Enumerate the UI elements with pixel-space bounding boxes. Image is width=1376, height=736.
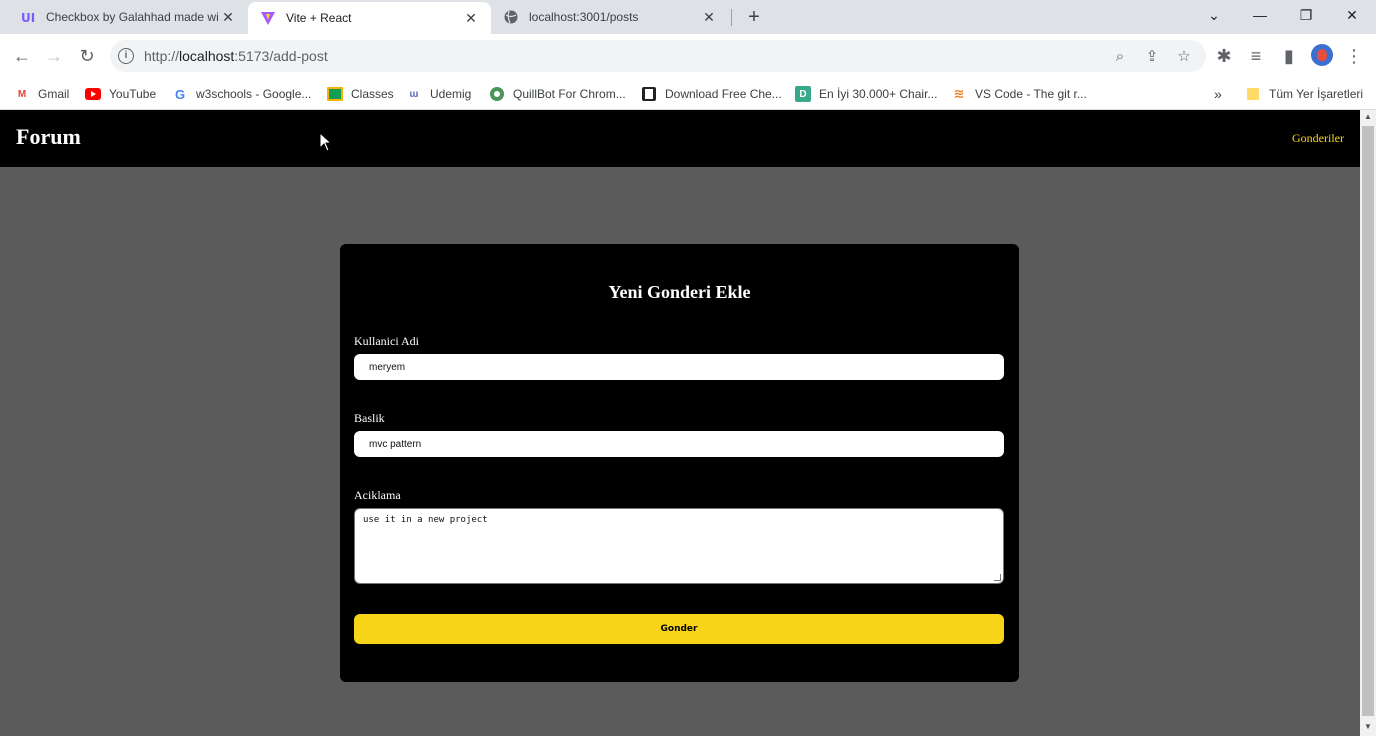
site-info-icon[interactable]: i bbox=[118, 48, 134, 64]
close-icon[interactable]: ✕ bbox=[220, 9, 236, 25]
scroll-down-icon[interactable]: ▼ bbox=[1363, 722, 1373, 731]
d-icon: D bbox=[795, 86, 811, 102]
close-icon[interactable]: ✕ bbox=[701, 9, 717, 25]
bookmark-label: Download Free Che... bbox=[665, 87, 782, 101]
bookmark-quillbot[interactable]: QuillBot For Chrom... bbox=[489, 83, 626, 105]
menu-icon[interactable]: ⋮ bbox=[1340, 42, 1368, 70]
svg-text:UI: UI bbox=[21, 11, 35, 25]
tab-search-icon[interactable]: ⌄ bbox=[1191, 0, 1237, 30]
add-post-form: Yeni Gonderi Ekle Kullanici Adi meryem B… bbox=[340, 244, 1019, 682]
back-icon[interactable]: ← bbox=[8, 42, 36, 70]
form-title: Yeni Gonderi Ekle bbox=[608, 282, 751, 302]
site-logo[interactable]: Forum bbox=[16, 124, 81, 150]
all-bookmarks-folder[interactable]: Tüm Yer İşaretleri bbox=[1245, 83, 1363, 105]
bookmark-classes[interactable]: Classes bbox=[327, 83, 394, 105]
bookmark-youtube[interactable]: YouTube bbox=[85, 83, 156, 105]
bookmark-label: Gmail bbox=[38, 87, 70, 101]
tab-vite-react[interactable]: Vite + React ✕ bbox=[248, 2, 491, 34]
scroll-up-icon[interactable]: ▲ bbox=[1363, 112, 1373, 121]
bookmark-download[interactable]: Download Free Che... bbox=[641, 83, 782, 105]
google-icon: G bbox=[174, 86, 186, 102]
bookmark-label: Udemig bbox=[430, 87, 472, 101]
new-tab-button[interactable]: + bbox=[742, 5, 766, 29]
forward-icon[interactable]: → bbox=[40, 42, 68, 70]
bookmarks-bar: M Gmail YouTube G w3schools - Google... … bbox=[0, 78, 1376, 110]
bookmark-label: En İyi 30.000+ Chair... bbox=[819, 87, 938, 101]
browser-toolbar: ← → ↻ i http://localhost:5173/add-post ⌕… bbox=[0, 34, 1376, 78]
username-label: Kullanici Adi bbox=[354, 334, 419, 348]
description-textarea[interactable]: use it in a new project bbox=[354, 508, 1004, 584]
bookmark-label: QuillBot For Chrom... bbox=[513, 87, 626, 101]
udemig-icon: ɯ bbox=[409, 88, 419, 100]
bookmark-label: YouTube bbox=[109, 87, 157, 101]
title-label: Baslik bbox=[354, 411, 385, 425]
tab-title: Checkbox by Galahhad made wi bbox=[46, 10, 219, 24]
gmail-icon: M bbox=[17, 88, 27, 100]
reload-icon[interactable]: ↻ bbox=[73, 42, 101, 70]
bookmark-label: Classes bbox=[351, 87, 394, 101]
quillbot-icon bbox=[489, 86, 505, 102]
bookmark-vscode[interactable]: ≋ VS Code - The git r... bbox=[951, 83, 1087, 105]
tab-checkbox[interactable]: UI Checkbox by Galahhad made wi ✕ bbox=[8, 0, 248, 34]
stackoverflow-icon: ≋ bbox=[953, 86, 965, 101]
folder-icon bbox=[1245, 86, 1261, 102]
username-field[interactable]: meryem bbox=[354, 354, 1004, 380]
tab-title: Vite + React bbox=[286, 11, 352, 25]
description-label: Aciklama bbox=[354, 488, 401, 502]
extensions-icon[interactable]: ✱ bbox=[1210, 42, 1238, 70]
avatar[interactable] bbox=[1311, 44, 1333, 66]
address-bar[interactable]: i http://localhost:5173/add-post ⌕ ⇪ ☆ bbox=[110, 40, 1206, 72]
nav-link-gonderiler[interactable]: Gonderiler bbox=[1292, 131, 1344, 146]
uiverse-icon: UI bbox=[20, 9, 36, 25]
media-icon[interactable]: ≡ bbox=[1242, 42, 1270, 70]
star-icon[interactable]: ☆ bbox=[1174, 46, 1194, 66]
resize-handle[interactable] bbox=[994, 574, 1001, 581]
scrollbar-thumb[interactable] bbox=[1362, 126, 1374, 716]
mouse-cursor-icon bbox=[319, 132, 331, 152]
side-panel-icon[interactable]: ▮ bbox=[1275, 42, 1303, 70]
description-text: use it in a new project bbox=[363, 515, 488, 525]
bookmark-udemig[interactable]: ɯ Udemig bbox=[406, 83, 472, 105]
bookmark-chair[interactable]: D En İyi 30.000+ Chair... bbox=[795, 83, 937, 105]
share-icon[interactable]: ⇪ bbox=[1142, 46, 1162, 66]
tab-posts[interactable]: localhost:3001/posts ✕ bbox=[491, 0, 729, 34]
bookmark-label: Tüm Yer İşaretleri bbox=[1269, 87, 1364, 101]
youtube-icon bbox=[85, 86, 101, 102]
bookmark-w3schools[interactable]: G w3schools - Google... bbox=[172, 83, 311, 105]
url-text[interactable]: http://localhost:5173/add-post bbox=[144, 48, 328, 64]
tab-title: localhost:3001/posts bbox=[529, 10, 639, 24]
page-scrollbar[interactable]: ▲ ▼ bbox=[1360, 110, 1376, 736]
bookmark-gmail[interactable]: M Gmail bbox=[14, 83, 70, 105]
bookmark-icon bbox=[641, 86, 657, 102]
tab-strip: UI Checkbox by Galahhad made wi ✕ Vite +… bbox=[0, 0, 1376, 34]
globe-icon bbox=[503, 9, 519, 25]
bookmarks-overflow-button[interactable]: » bbox=[1214, 83, 1222, 105]
classroom-icon bbox=[327, 86, 343, 102]
submit-button[interactable]: Gonder bbox=[354, 614, 1004, 644]
zoom-icon[interactable]: ⌕ bbox=[1110, 46, 1130, 66]
page-body: Forum Gonderiler Yeni Gonderi Ekle Kulla… bbox=[0, 110, 1360, 736]
tab-separator bbox=[731, 9, 732, 26]
close-icon[interactable]: ✕ bbox=[463, 10, 479, 26]
restore-button[interactable]: ❐ bbox=[1283, 0, 1329, 30]
vite-icon bbox=[260, 10, 276, 26]
bookmark-label: w3schools - Google... bbox=[196, 87, 312, 101]
bookmark-label: VS Code - The git r... bbox=[975, 87, 1087, 101]
close-window-button[interactable]: ✕ bbox=[1329, 0, 1375, 30]
title-field[interactable]: mvc pattern bbox=[354, 431, 1004, 457]
site-navbar: Forum Gonderiler bbox=[0, 110, 1360, 167]
minimize-button[interactable]: — bbox=[1237, 0, 1283, 30]
